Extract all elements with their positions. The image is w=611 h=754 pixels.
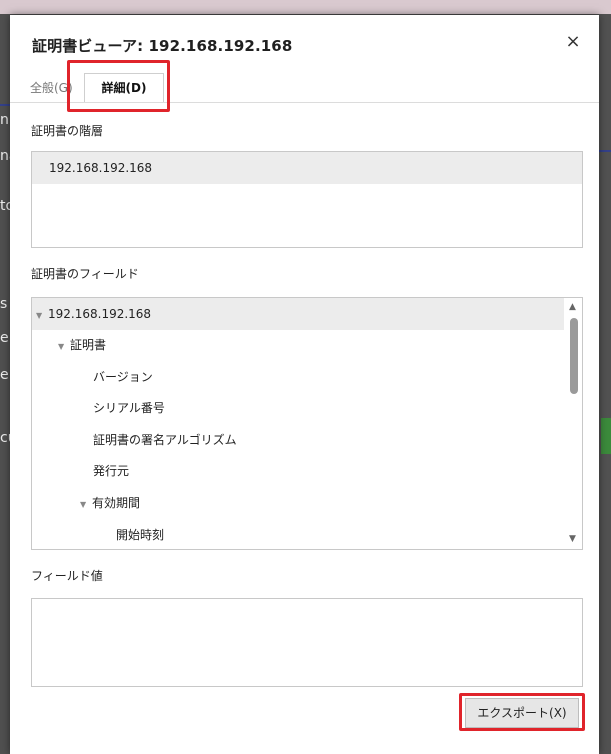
hierarchy-label: 証明書の階層: [31, 124, 104, 138]
scroll-down-icon[interactable]: ▼: [569, 534, 576, 544]
scrollbar[interactable]: ▲ ▼: [566, 298, 582, 549]
certificate-viewer-dialog: 証明書ビューア: 192.168.192.168 × 全般(G) 詳細(D) 証…: [10, 15, 599, 754]
hierarchy-item[interactable]: 192.168.192.168: [32, 152, 582, 184]
tab-highlight-box: [67, 60, 170, 112]
fields-label: 証明書のフィールド: [31, 267, 139, 281]
background-right-strip: [599, 14, 611, 754]
background-text: n: [0, 112, 9, 128]
background-text: s: [0, 296, 8, 312]
tree-item-label: 192.168.192.168: [48, 307, 152, 321]
field-value-label: フィールド値: [31, 569, 103, 583]
tree-item-label: 有効期間: [92, 496, 141, 510]
background-text: e: [0, 330, 9, 346]
background-text: na: [0, 148, 10, 164]
background-top-bar: [0, 0, 611, 14]
tree-item[interactable]: ▼ 有効期間: [32, 487, 564, 519]
tree-item-label: シリアル番号: [93, 401, 165, 415]
tree-item-label: 発行元: [93, 464, 130, 478]
tree-item-label: 開始時刻: [116, 528, 165, 542]
background-text: cu: [0, 430, 10, 446]
background-divider: [0, 104, 10, 106]
tree-item[interactable]: バージョン: [32, 361, 564, 393]
tree-item-label: バージョン: [93, 370, 153, 384]
export-highlight-box: [459, 693, 585, 731]
tree-item[interactable]: 証明書の署名アルゴリズム: [32, 424, 564, 456]
background-text: e: [0, 367, 9, 383]
field-value-box[interactable]: [31, 598, 583, 687]
hierarchy-list[interactable]: 192.168.192.168: [31, 151, 583, 248]
tree-item[interactable]: 発行元: [32, 455, 564, 487]
background-green-button: [601, 418, 611, 454]
expand-icon: ▼: [36, 311, 43, 320]
tree-item[interactable]: 開始時刻: [32, 519, 564, 549]
close-icon[interactable]: ×: [562, 31, 584, 53]
scrollbar-thumb[interactable]: [570, 318, 578, 394]
tree-item-label: 証明書の署名アルゴリズム: [93, 433, 237, 447]
expand-icon: ▼: [58, 342, 65, 351]
background-divider: [599, 150, 611, 152]
background-text: to: [0, 198, 10, 214]
dialog-title: 証明書ビューア: 192.168.192.168: [32, 37, 293, 55]
tree-item[interactable]: ▼ 192.168.192.168: [32, 298, 564, 330]
fields-tree[interactable]: ▼ 192.168.192.168 ▼ 証明書 バージョン シリアル番号 証明書の署…: [31, 297, 583, 550]
tree-item[interactable]: ▼ 証明書: [32, 329, 564, 361]
tree-item[interactable]: シリアル番号: [32, 392, 564, 424]
scroll-up-icon[interactable]: ▲: [569, 302, 576, 312]
tree-item-label: 証明書: [70, 338, 107, 352]
expand-icon: ▼: [80, 500, 87, 509]
